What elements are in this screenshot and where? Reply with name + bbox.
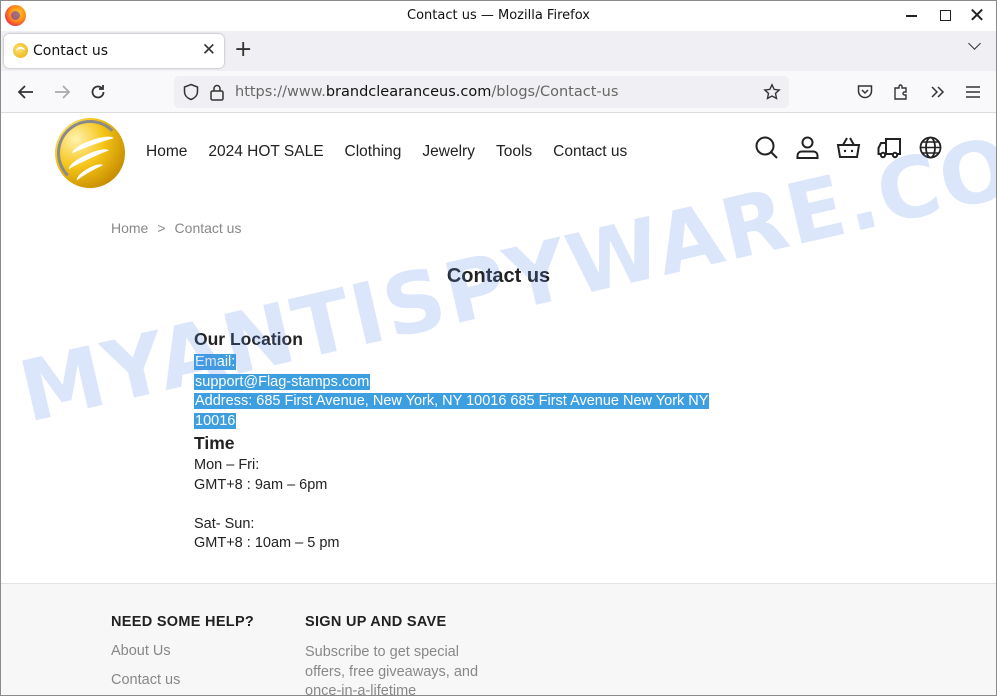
footer-link-contact-us[interactable]: Contact us [111, 672, 254, 688]
maximize-icon [939, 9, 951, 21]
close-window-button[interactable]: ✕ [960, 3, 994, 27]
reload-icon [91, 85, 105, 99]
globe-icon[interactable] [918, 135, 943, 160]
breadcrumb-home[interactable]: Home [111, 220, 148, 236]
site-footer: NEED SOME HELP? About Us Contact us SIGN… [1, 583, 996, 696]
account-icon[interactable] [795, 135, 820, 160]
chevron-down-icon [968, 37, 981, 50]
url-prefix: https://www. [235, 84, 326, 100]
hamburger-menu-icon [966, 86, 980, 98]
app-menu-button[interactable] [960, 79, 986, 105]
signup-heading: SIGN UP AND SAVE [305, 614, 447, 630]
shipping-truck-icon[interactable] [877, 135, 902, 160]
cart-icon[interactable] [836, 135, 861, 160]
url-path: /blogs/Contact-us [491, 84, 619, 100]
nav-jewelry[interactable]: Jewelry [422, 143, 475, 161]
help-column: NEED SOME HELP? About Us Contact us [111, 614, 255, 695]
tab-strip: Contact us ✕ + [1, 31, 996, 71]
help-heading: NEED SOME HELP? [111, 614, 255, 630]
title-bar: Contact us — Mozilla Firefox ✕ [1, 1, 996, 31]
new-tab-plus-icon[interactable]: + [234, 38, 252, 62]
email-label: Email: [194, 354, 237, 370]
pocket-button[interactable] [852, 79, 878, 105]
page-title: Contact us [446, 265, 551, 287]
tab-contact-us[interactable]: Contact us ✕ [4, 34, 224, 68]
nav-home[interactable]: Home [146, 143, 187, 161]
list-all-tabs-button[interactable] [968, 37, 982, 51]
weekend-hours: GMT+8 : 10am – 5 pm [194, 535, 340, 551]
bookmark-star-icon[interactable] [763, 83, 781, 101]
signup-column: SIGN UP AND SAVE Subscribe to get specia… [305, 614, 485, 696]
nav-tools[interactable]: Tools [496, 143, 532, 161]
breadcrumb-separator: > [157, 220, 166, 236]
forward-arrow-icon [55, 85, 71, 99]
url-text[interactable]: https://www.brandclearanceus.com/blogs/C… [235, 84, 618, 100]
double-chevron-icon [931, 86, 945, 98]
main-nav: Home 2024 HOT SALE Clothing Jewelry Tool… [146, 143, 648, 161]
extensions-button[interactable] [888, 79, 914, 105]
navigation-toolbar: https://www.brandclearanceus.com/blogs/C… [1, 71, 996, 113]
footer-link-about-us[interactable]: About Us [111, 643, 254, 659]
email-address[interactable]: support@Flag-stamps.com [194, 373, 371, 390]
weekday-hours: GMT+8 : 9am – 6pm [194, 476, 328, 493]
puzzle-icon [894, 84, 907, 100]
browser-window: Contact us — Mozilla Firefox ✕ Contact u… [0, 0, 997, 696]
close-icon: ✕ [968, 3, 986, 27]
reload-button[interactable] [85, 79, 111, 105]
address-bar[interactable]: https://www.brandclearanceus.com/blogs/C… [174, 76, 789, 108]
time-heading: Time [194, 433, 235, 453]
signup-text: Subscribe to get special offers, free gi… [305, 644, 479, 696]
nav-clothing[interactable]: Clothing [345, 143, 402, 161]
back-button[interactable] [13, 79, 39, 105]
window-title: Contact us — Mozilla Firefox [407, 8, 590, 23]
nav-2024-hot-sale[interactable]: 2024 HOT SALE [208, 143, 323, 161]
contact-info: Our Location Email: support@Flag-stamps.… [194, 329, 710, 554]
lock-icon[interactable] [209, 83, 225, 101]
tracking-shield-icon[interactable] [182, 83, 200, 101]
nav-contact-us[interactable]: Contact us [553, 143, 627, 161]
pocket-icon [857, 85, 873, 99]
minimize-button[interactable] [894, 3, 928, 27]
back-arrow-icon [17, 85, 33, 99]
url-domain: brandclearanceus.com [325, 84, 492, 100]
breadcrumb-current: Contact us [174, 220, 242, 236]
weekday-label: Mon – Fri: [194, 457, 260, 473]
address-text: Address: 685 First Avenue, New York, NY … [194, 393, 710, 409]
breadcrumb: Home > Contact us [111, 220, 241, 236]
store-logo[interactable] [55, 118, 125, 188]
main-content: Home > Contact us Contact us Our Location … [1, 191, 996, 583]
address-text-continued: 10016 [194, 412, 237, 429]
tab-close-icon[interactable]: ✕ [202, 40, 216, 60]
minimize-icon [905, 15, 917, 17]
more-tools-button[interactable] [924, 79, 950, 105]
tab-label: Contact us [33, 43, 109, 59]
site-favicon-icon [13, 43, 28, 58]
weekend-label: Sat- Sun: [194, 515, 255, 532]
search-icon[interactable] [754, 135, 779, 160]
forward-button[interactable] [49, 79, 75, 105]
location-heading: Our Location [194, 329, 303, 349]
header-icons [754, 135, 943, 160]
site-header: Home 2024 HOT SALE Clothing Jewelry Tool… [1, 113, 996, 191]
maximize-button[interactable] [928, 3, 962, 27]
